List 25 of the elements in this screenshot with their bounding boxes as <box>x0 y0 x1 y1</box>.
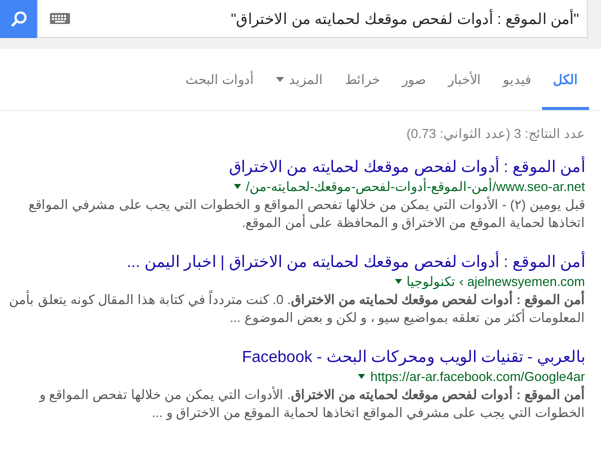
result-title-link[interactable]: بالعربي - تقنيات الويب ومحركات البحث - Facebook <box>0 347 585 367</box>
search-icon <box>10 10 28 28</box>
result-url: www.seo-ar.net/أمن-الموقع-أدوات-لفحص-موقعك-لحمايته-من/ <box>246 179 585 194</box>
tab[interactable]: فيديو <box>492 52 542 110</box>
result-snippet: قبل يومين (٢) - الأدوات التي يمكن من خلالها تفحص المواقع و الخطوات التي يجب على مشرفي المواقع اتخاذها لحماية الموقع من الاختراق و المحافظة على أمن الموقع. <box>28 196 585 232</box>
result-url: ajelnewsyemen.com › تكنولوجيا <box>406 274 585 289</box>
tab[interactable]: الأخبار <box>437 52 492 110</box>
caret-icon[interactable] <box>394 279 402 284</box>
tab[interactable]: خرائط <box>334 52 391 110</box>
caret-icon[interactable] <box>234 184 241 189</box>
keyboard-icon[interactable] <box>50 13 70 24</box>
result-url: https://ar-ar.facebook.com/Google4ar <box>370 369 585 384</box>
result-title-link[interactable]: أمن الموقع : أدوات لفحص موقعك لحمايته من الاختراق <box>0 157 585 177</box>
result-snippet: أمن الموقع : أدوات لفحص موقعك لحمايته من الاختراق. 0. كنت متردداً في كتابة هذا المقال كونه يتعلق بأمن المعلومات أكثر من تعلقه بمواضيع سيو ، و لكن و بعض الموضوع ... <box>8 291 585 327</box>
tab[interactable]: الكل <box>542 52 589 110</box>
search-button[interactable] <box>0 0 37 38</box>
result-stats: عدد النتائج: 3 (عدد الثواني: 0.73) <box>405 126 585 141</box>
caret-icon[interactable] <box>358 374 366 379</box>
search-field[interactable]: "أمن الموقع : أدوات لفحص موقعك لحمايته من الاختراق" <box>37 0 588 38</box>
tab[interactable]: المزيد <box>265 52 334 110</box>
tab[interactable]: صور <box>391 52 437 110</box>
tab[interactable]: أدوات البحث <box>174 52 265 110</box>
caret-icon <box>276 77 284 82</box>
result-snippet: أمن الموقع : أدوات لفحص موقعك لحمايته من الاختراق. الأدوات التي يمكن من خلالها تفحص المواقع و الخطوات التي يجب على مشرفي المواقع اتخاذها لحماية الموقع من الاختراق و ... <box>38 386 585 422</box>
result-title-link[interactable]: أمن الموقع : أدوات لفحص موقعك لحمايته من الاختراق | اخبار اليمن ... <box>0 252 585 272</box>
